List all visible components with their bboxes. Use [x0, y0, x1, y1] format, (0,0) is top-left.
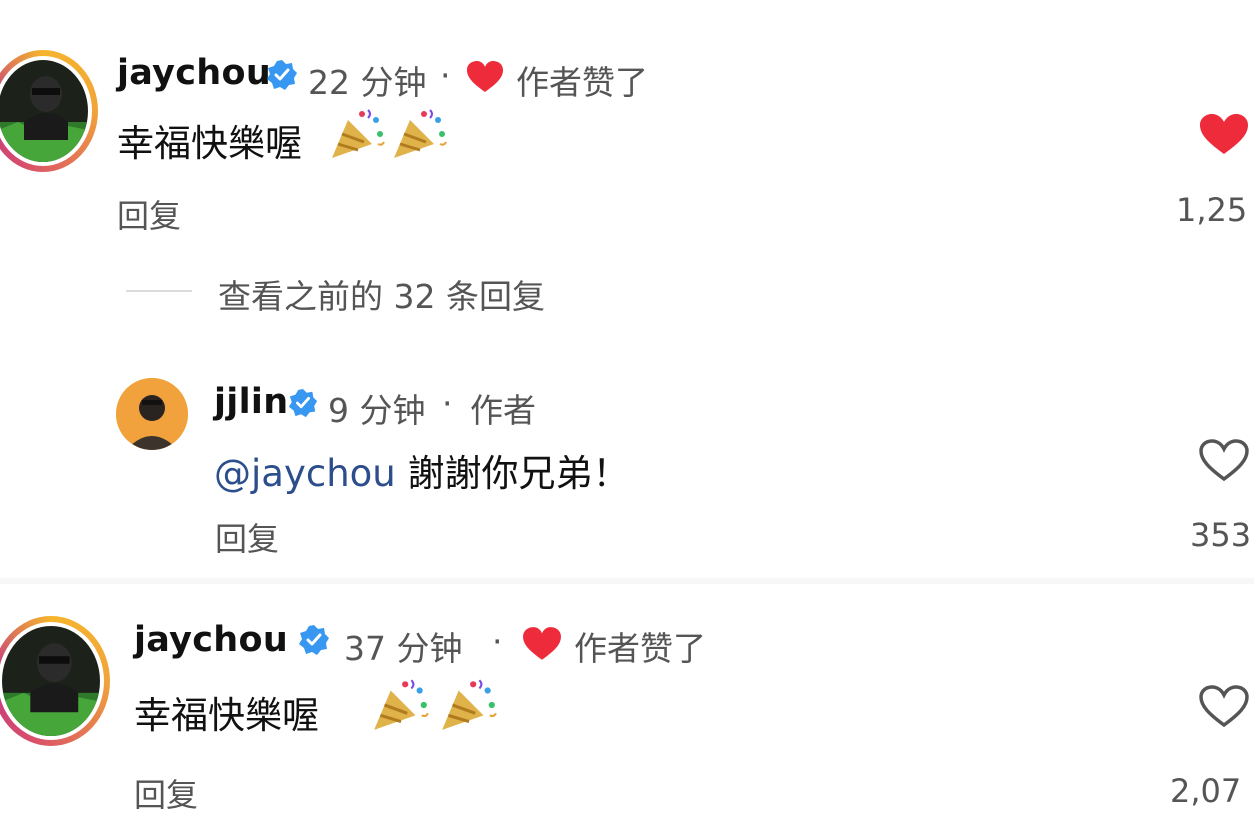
avatar-image: [0, 60, 88, 162]
comment-time: 22 分钟: [308, 63, 427, 102]
avatar-photo-icon: [2, 626, 100, 736]
replies-divider: [126, 290, 192, 292]
author-tag: 作者: [470, 391, 536, 430]
author-liked-label: 作者赞了: [574, 629, 706, 668]
avatar-photo-icon: [0, 60, 88, 162]
comment-thread: jaychou 22 分钟 · 作者赞了 幸福快樂喔 回复 1,25 查看之前的…: [0, 0, 1254, 838]
reply-button[interactable]: 回复: [117, 191, 181, 237]
party-popper-icon: [442, 679, 497, 730]
comment-text: 幸福快樂喔: [134, 694, 319, 737]
mention-link[interactable]: @jaychou: [214, 452, 396, 495]
like-count: 353: [1190, 516, 1252, 554]
verified-badge-icon: [299, 625, 329, 655]
heart-filled-icon: [467, 61, 503, 92]
meta-separator: ·: [442, 384, 453, 423]
author-liked-label: 作者赞了: [516, 63, 648, 102]
avatar-image: [2, 626, 100, 736]
like-count: 1,25: [1176, 191, 1248, 229]
avatar-jaychou-2[interactable]: [0, 616, 110, 746]
comment-time: 9 分钟: [328, 391, 426, 430]
comment-body: 謝謝你兄弟！: [407, 452, 630, 495]
section-separator: [0, 578, 1254, 584]
view-previous-replies-link[interactable]: 查看之前的 32 条回复: [218, 270, 545, 318]
username[interactable]: jjlin: [214, 382, 288, 422]
verified-badge-icon: [288, 388, 318, 418]
meta-separator: ·: [440, 56, 451, 95]
like-count: 2,07: [1170, 772, 1242, 810]
party-popper-icon: [394, 109, 447, 158]
like-button-heart-outline-icon[interactable]: [1198, 438, 1250, 482]
meta-separator: ·: [492, 622, 503, 661]
comment-text: 幸福快樂喔: [117, 122, 302, 165]
avatar-jaychou-1[interactable]: [0, 50, 98, 172]
avatar-photo-icon: [116, 378, 188, 450]
reply-button[interactable]: 回复: [134, 770, 198, 816]
reply-button[interactable]: 回复: [215, 514, 279, 560]
comment-text: @jaychou 謝謝你兄弟！: [214, 443, 630, 497]
like-button-heart-filled-icon[interactable]: [1198, 112, 1250, 156]
heart-filled-icon: [523, 627, 561, 660]
like-button-heart-outline-icon[interactable]: [1198, 684, 1250, 728]
comment-time: 37 分钟: [344, 629, 463, 668]
username[interactable]: jaychou: [117, 53, 271, 93]
avatar-jjlin[interactable]: [116, 378, 188, 450]
username[interactable]: jaychou: [134, 620, 288, 660]
verified-badge-icon: [267, 60, 297, 90]
party-popper-icon: [374, 679, 429, 730]
party-popper-icon: [332, 109, 385, 158]
